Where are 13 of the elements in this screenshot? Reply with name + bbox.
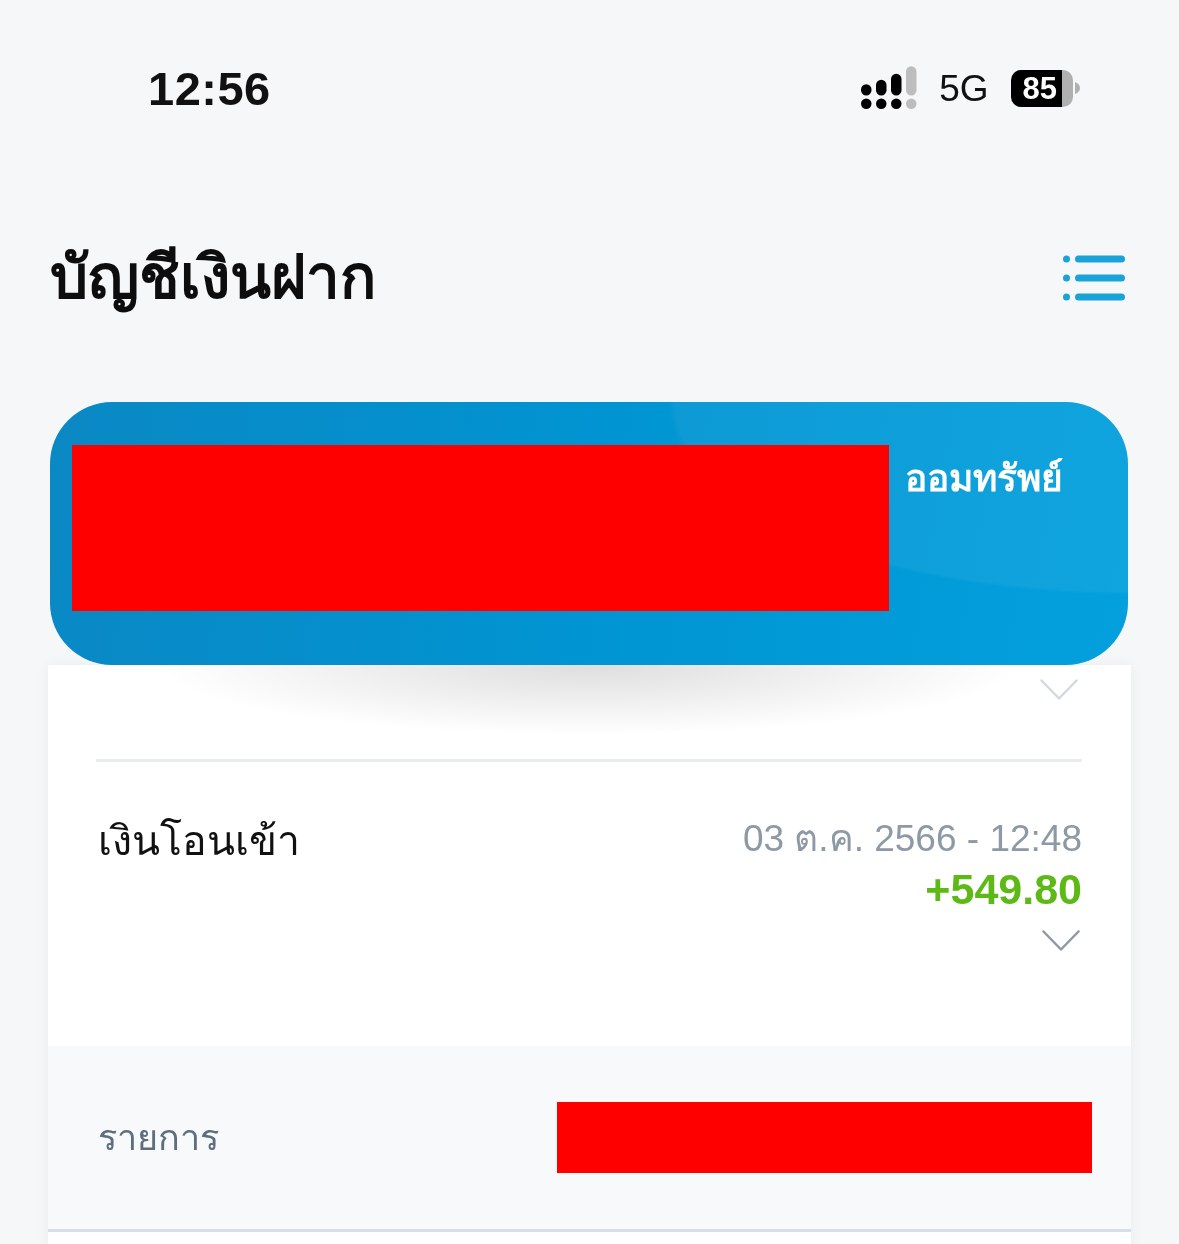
account-type-label: ออมทรัพย์ [905,457,1063,501]
network-label: 5G [939,69,989,107]
transaction-amount: +549.80 [925,864,1082,916]
battery-level: 85 [1010,69,1073,107]
page-title: บัญชีเงินฝาก [50,243,376,314]
chevron-down-icon[interactable] [1040,679,1078,701]
transaction-datetime: 03 ต.ค. 2566 - 12:48 [742,817,1082,861]
battery-tip-icon [1075,82,1080,94]
transaction-title: เงินโอนเข้า [98,817,300,866]
clock-time: 12:56 [148,64,271,112]
detail-label: รายการ [98,1115,219,1160]
menu-icon[interactable] [1063,255,1125,301]
chevron-down-icon[interactable] [1042,930,1080,953]
